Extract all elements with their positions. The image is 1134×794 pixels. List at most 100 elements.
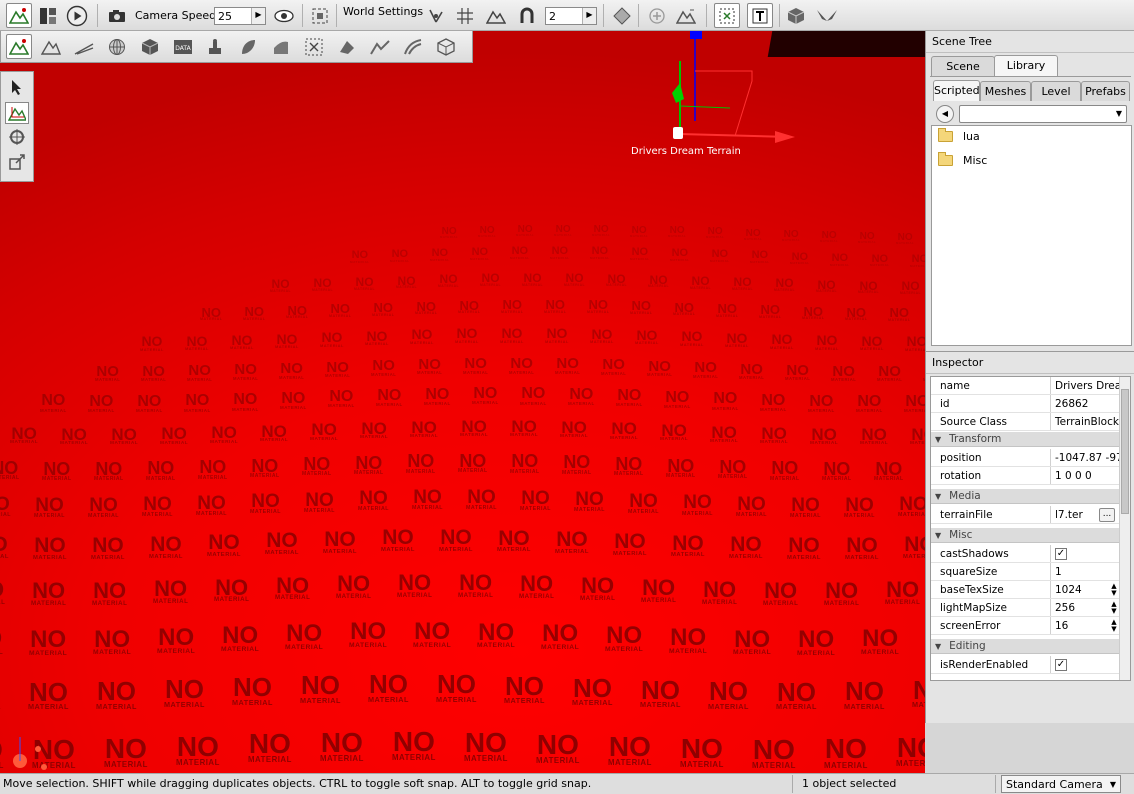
- prop-base-tex-size[interactable]: baseTexSize 1024 ▲ ▼: [931, 581, 1119, 599]
- 3d-viewport[interactable]: NO MATERIAL NO MATERIAL NO MATERIAL NO MATERIAL…: [0, 31, 925, 773]
- stepper-arrows-icon[interactable]: ▲ ▼: [1109, 583, 1119, 597]
- layout-icon[interactable]: [35, 3, 61, 28]
- back-arrow-icon[interactable]: ◀: [936, 105, 954, 123]
- stepper-arrows-icon[interactable]: ▲ ▼: [1109, 601, 1119, 615]
- prop-cast-shadows[interactable]: castShadows ✓: [931, 545, 1119, 563]
- no-material-tile: NOMATERIAL: [820, 230, 839, 244]
- object-editor-icon[interactable]: [6, 34, 32, 59]
- subtab-prefabs[interactable]: Prefabs: [1081, 81, 1130, 101]
- subtab-meshes[interactable]: Meshes: [980, 81, 1031, 101]
- add-object-icon[interactable]: [644, 3, 670, 28]
- road-editor-icon[interactable]: [71, 34, 97, 59]
- scale-gizmo-icon[interactable]: [5, 151, 29, 173]
- no-material-tile: NOMATERIAL: [95, 362, 121, 383]
- prop-value[interactable]: l7.ter ...: [1051, 507, 1119, 522]
- material-icon[interactable]: [367, 34, 393, 59]
- inspector-scrollbar[interactable]: [1119, 377, 1130, 680]
- no-material-tile: NOMATERIAL: [157, 624, 196, 655]
- no-material-tile: NOMATERIAL: [497, 526, 531, 554]
- wings-icon[interactable]: [814, 3, 840, 28]
- grid-size-input[interactable]: 2 ▶: [545, 7, 597, 25]
- object-editor-icon[interactable]: [6, 3, 32, 28]
- subtab-level[interactable]: Level: [1031, 81, 1081, 101]
- shape-icon[interactable]: [334, 34, 360, 59]
- group-media[interactable]: ▼ Media: [931, 489, 1119, 504]
- no-material-tile: NOMATERIAL: [458, 297, 481, 315]
- prop-source-class[interactable]: Source Class TerrainBlock: [931, 413, 1119, 431]
- prop-screen-error[interactable]: screenError 16 ▲ ▼: [931, 617, 1119, 635]
- collapse-triangle-icon[interactable]: ▼: [935, 531, 941, 540]
- transform-gizmo[interactable]: [660, 31, 800, 151]
- prop-light-map-size[interactable]: lightMapSize 256 ▲ ▼: [931, 599, 1119, 617]
- prop-name[interactable]: name Drivers Dream Terrain: [931, 377, 1119, 395]
- bounds-icon[interactable]: [609, 3, 635, 28]
- folder-lua[interactable]: lua: [938, 127, 980, 145]
- prop-position[interactable]: position -1047.87 -97: [931, 449, 1119, 467]
- forest-icon[interactable]: [235, 34, 261, 59]
- package-icon[interactable]: [783, 3, 809, 28]
- spin-right-arrow-icon[interactable]: ▶: [251, 8, 265, 24]
- group-editing[interactable]: ▼ Editing: [931, 639, 1119, 654]
- prop-value[interactable]: 16 ▲ ▼: [1051, 619, 1119, 633]
- no-material-tile: NOMATERIAL: [870, 252, 890, 268]
- no-material-tile: NOMATERIAL: [564, 271, 586, 287]
- no-material-tile: NOMATERIAL: [815, 332, 839, 351]
- group-misc[interactable]: ▼ Misc: [931, 528, 1119, 543]
- no-material-tile: NOMATERIAL: [635, 326, 659, 346]
- particle-icon[interactable]: [202, 34, 228, 59]
- prop-is-render-enabled[interactable]: isRenderEnabled ✓: [931, 656, 1119, 674]
- terrain-editor-icon[interactable]: [38, 34, 64, 59]
- navmesh-icon[interactable]: [433, 34, 459, 59]
- rotate-gizmo-icon[interactable]: [5, 126, 29, 148]
- tab-scene[interactable]: Scene: [931, 56, 995, 76]
- prop-value[interactable]: 1: [1051, 566, 1119, 578]
- datablock-icon[interactable]: DATA: [170, 34, 196, 59]
- text-icon[interactable]: [747, 3, 773, 28]
- camera-icon[interactable]: [104, 3, 130, 28]
- collapse-triangle-icon[interactable]: ▼: [935, 435, 941, 444]
- prop-value[interactable]: 1024 ▲ ▼: [1051, 583, 1119, 597]
- camera-speed-input[interactable]: 25 ▶: [214, 7, 266, 25]
- prop-value[interactable]: 256 ▲ ▼: [1051, 601, 1119, 615]
- render-enabled-checkbox[interactable]: ✓: [1055, 658, 1067, 671]
- stepper-arrows-icon[interactable]: ▲ ▼: [1109, 619, 1119, 633]
- move-gizmo-icon[interactable]: [5, 102, 29, 124]
- play-icon[interactable]: [64, 3, 90, 28]
- library-path-dropdown[interactable]: ▼: [959, 105, 1127, 123]
- select-arrow-icon[interactable]: [5, 76, 29, 98]
- scrollbar-thumb[interactable]: [1121, 389, 1129, 514]
- tab-library[interactable]: Library: [994, 55, 1058, 76]
- magnet-icon[interactable]: [514, 3, 540, 28]
- prop-rotation[interactable]: rotation 1 0 0 0: [931, 467, 1119, 485]
- no-material-tile: NOMATERIAL: [816, 277, 838, 294]
- mesh-icon[interactable]: [137, 34, 163, 59]
- terrain-icon[interactable]: [673, 3, 699, 28]
- world-settings-label[interactable]: World Settings: [343, 5, 423, 18]
- prop-value[interactable]: -1047.87 -97: [1051, 452, 1119, 464]
- world-icon[interactable]: [104, 34, 130, 59]
- collapse-triangle-icon[interactable]: ▼: [935, 642, 941, 651]
- prop-value[interactable]: Drivers Dream Terrain: [1051, 380, 1119, 392]
- snap-rotate-icon[interactable]: [423, 3, 449, 28]
- collapse-triangle-icon[interactable]: ▼: [935, 492, 941, 501]
- terrain-snap-icon[interactable]: [483, 3, 509, 28]
- group-transform[interactable]: ▼ Transform: [931, 432, 1119, 447]
- subtab-scripted[interactable]: Scripted: [933, 80, 980, 101]
- browse-button[interactable]: ...: [1099, 507, 1115, 522]
- visibility-eye-icon[interactable]: [271, 3, 297, 28]
- fit-view-icon[interactable]: [307, 3, 333, 28]
- grid-snap-icon[interactable]: [452, 3, 478, 28]
- prop-square-size[interactable]: squareSize 1: [931, 563, 1119, 581]
- road-icon[interactable]: [400, 34, 426, 59]
- river-icon[interactable]: [268, 34, 294, 59]
- prop-terrain-file[interactable]: terrainFile l7.ter ...: [931, 506, 1119, 524]
- decal-icon[interactable]: [301, 34, 327, 59]
- toolbar-separator: [336, 4, 337, 27]
- spin-right-arrow-icon[interactable]: ▶: [582, 8, 596, 24]
- prop-id[interactable]: id 26862: [931, 395, 1119, 413]
- cast-shadows-checkbox[interactable]: ✓: [1055, 547, 1067, 560]
- folder-misc[interactable]: Misc: [938, 151, 987, 169]
- select-bounds-icon[interactable]: [714, 3, 740, 28]
- prop-value[interactable]: 1 0 0 0: [1051, 470, 1119, 482]
- camera-mode-select[interactable]: Standard Camera ▼: [1001, 775, 1121, 793]
